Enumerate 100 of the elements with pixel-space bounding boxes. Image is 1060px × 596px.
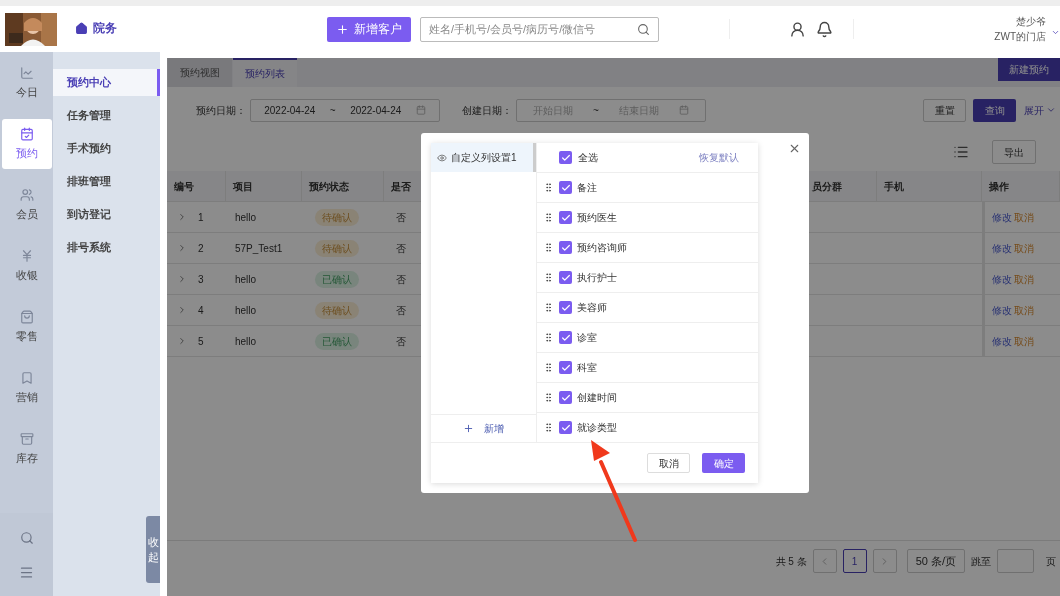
add-preset-button[interactable]: 新增 [431, 414, 536, 443]
rail-item[interactable]: 预约 [1, 119, 52, 169]
status-tag: 待确认 [315, 208, 359, 226]
edit-link[interactable]: 修改 [992, 240, 1012, 256]
checkbox[interactable] [559, 211, 572, 224]
plus-icon [463, 423, 474, 434]
notification-icon[interactable] [816, 20, 833, 38]
new-appointment-button[interactable]: 新建预约 [998, 58, 1060, 81]
collapse-tab[interactable]: 收起 [146, 516, 160, 583]
new-customer-button[interactable]: 新增客户 [327, 16, 411, 42]
table-cell-text: 5 [198, 334, 204, 349]
user-icon[interactable] [789, 20, 806, 38]
menu-icon[interactable] [19, 565, 34, 580]
page-button[interactable]: 1 [842, 549, 867, 573]
submenu-item[interactable]: 排号系统 [53, 234, 160, 261]
column-option-label: 诊室 [577, 331, 597, 345]
table-cell: hello [226, 326, 302, 357]
search-icon [637, 22, 650, 36]
rail-item[interactable]: 营销 [1, 363, 52, 413]
search-icon[interactable] [19, 531, 34, 545]
tab[interactable]: 预约列表 [233, 58, 297, 87]
column-option-label: 执行护士 [577, 271, 617, 285]
calendar-icon [678, 105, 689, 115]
date-range-field[interactable]: 2022-04-24 ~ 2022-04-24 [250, 98, 440, 122]
drag-handle-icon[interactable] [543, 422, 554, 433]
search-field[interactable]: 姓名/手机号/会员号/病历号/微信号 [420, 16, 659, 42]
submenu-item[interactable]: 预约中心 [53, 69, 160, 96]
expand-link[interactable]: 展开 [1024, 102, 1056, 118]
page-input[interactable] [997, 549, 1034, 573]
checkbox[interactable] [559, 181, 572, 194]
rail-item[interactable]: 会员 [1, 180, 52, 230]
total-count: 共 5 条 [775, 554, 807, 569]
drag-handle-icon[interactable] [543, 272, 554, 283]
status-tag: 待确认 [315, 239, 359, 257]
close-icon[interactable] [788, 142, 801, 155]
checkbox[interactable] [559, 301, 572, 314]
table-cell: hello [226, 202, 302, 233]
export-button[interactable]: 导出 [992, 140, 1036, 164]
rail-item[interactable]: 今日 [1, 58, 52, 108]
rail-item[interactable]: 零售 [1, 302, 52, 352]
checkbox[interactable] [559, 391, 572, 404]
tab[interactable]: 预约视图 [168, 58, 232, 87]
checkbox[interactable] [559, 151, 572, 164]
checkbox[interactable] [559, 361, 572, 374]
eye-icon [437, 152, 447, 163]
table-cell-text: 否 [396, 272, 406, 287]
rail-item[interactable]: 库存 [1, 424, 52, 474]
user-name: 楚少爷 [1016, 15, 1046, 29]
users-icon [19, 187, 34, 202]
column-header: 编号 [167, 171, 226, 202]
submenu-item[interactable]: 排班管理 [53, 168, 160, 195]
confirm-button[interactable]: 确定 [702, 453, 745, 473]
table-cell-text: 2 [198, 241, 204, 256]
table-cell: hello [226, 295, 302, 326]
column-option-label: 就诊类型 [577, 421, 617, 435]
checkbox[interactable] [559, 271, 572, 284]
table-cell-text: 1 [198, 210, 204, 225]
drag-handle-icon[interactable] [543, 332, 554, 343]
column-option-label: 科室 [577, 361, 597, 375]
submenu-item[interactable]: 任务管理 [53, 102, 160, 129]
bookmark-icon [19, 370, 34, 385]
checkbox[interactable] [559, 421, 572, 434]
page-size-select[interactable]: 50 条/页 [906, 549, 965, 573]
edit-link[interactable]: 修改 [992, 271, 1012, 287]
page-suffix: 页 [1046, 554, 1056, 569]
checkbox[interactable] [559, 241, 572, 254]
edit-link[interactable]: 修改 [992, 333, 1012, 349]
preset-item[interactable]: 自定义列设置1 [431, 143, 536, 172]
column-header: 项目 [226, 171, 302, 202]
status-tag: 已确认 [315, 270, 359, 288]
drag-handle-icon[interactable] [543, 212, 554, 223]
drag-handle-icon[interactable] [543, 182, 554, 193]
table-cell-text: 否 [396, 241, 406, 256]
column-header: 操作 [982, 171, 1060, 202]
drag-handle-icon[interactable] [543, 242, 554, 253]
dropdown-icon[interactable] [1051, 28, 1060, 37]
chevron-down-icon [1046, 105, 1056, 115]
status-tag: 已确认 [315, 332, 359, 350]
reset-button[interactable]: 重置 [923, 98, 966, 122]
filter-label: 预约日期： [196, 103, 246, 118]
select-all-label: 全选 [578, 151, 598, 165]
filter-label: 创建日期： [462, 103, 512, 118]
bag-icon [19, 309, 34, 324]
calendar-icon [415, 105, 426, 115]
checkbox[interactable] [559, 331, 572, 344]
table-cell-text: 否 [396, 334, 406, 349]
drag-handle-icon[interactable] [543, 392, 554, 403]
restore-default-link[interactable]: 恢复默认 [699, 150, 739, 165]
list-icon[interactable] [953, 144, 969, 160]
rail-item[interactable]: 收银 [1, 241, 52, 291]
column-header: 预约状态 [302, 171, 384, 202]
drag-handle-icon[interactable] [543, 362, 554, 373]
query-button[interactable]: 查询 [973, 98, 1016, 122]
submenu-item[interactable]: 手术预约 [53, 135, 160, 162]
submenu-item[interactable]: 到访登记 [53, 201, 160, 228]
edit-link[interactable]: 修改 [992, 302, 1012, 318]
edit-link[interactable]: 修改 [992, 209, 1012, 225]
drag-handle-icon[interactable] [543, 302, 554, 313]
cancel-button[interactable]: 取消 [647, 453, 690, 473]
table-cell: hello [226, 264, 302, 295]
